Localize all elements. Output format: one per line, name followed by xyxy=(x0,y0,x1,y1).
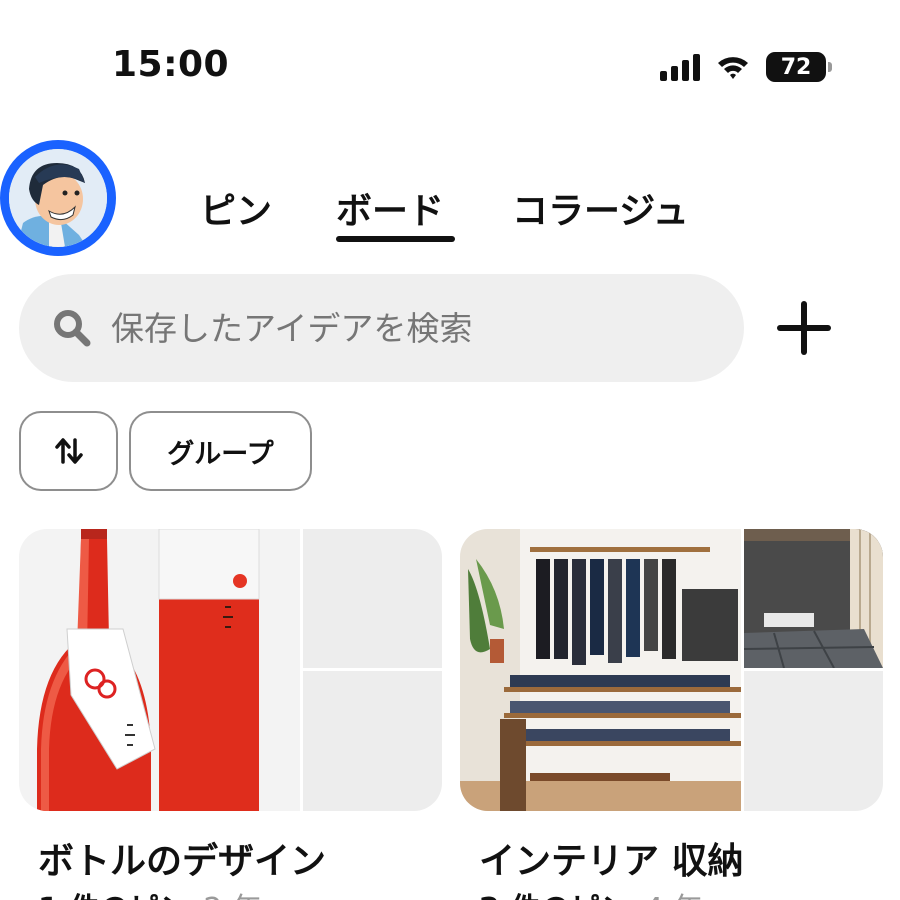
board-cover-image xyxy=(460,529,741,811)
battery-level: 72 xyxy=(780,54,812,80)
status-icons: 72 xyxy=(660,50,832,84)
board-title: ボトルのデザイン xyxy=(38,841,327,882)
board-age: 2 年 xyxy=(203,892,262,900)
closet-image xyxy=(460,529,741,811)
board-thumbnail-top xyxy=(303,529,442,668)
tab-pins[interactable]: ピン xyxy=(200,182,272,234)
board-thumbnail-top xyxy=(744,529,883,668)
board-card-interior-storage[interactable] xyxy=(460,529,883,811)
search-bar[interactable] xyxy=(19,274,744,382)
board-thumbnail-bottom xyxy=(744,671,883,811)
group-filter-button[interactable]: グループ xyxy=(129,411,312,491)
board-meta: 2 件のピン 4 年 xyxy=(479,884,703,900)
board-meta: 1 件のピン 2 年 xyxy=(38,884,262,900)
wifi-icon xyxy=(718,57,748,79)
active-tab-indicator xyxy=(336,236,455,242)
board-pin-count: 1 件のピン xyxy=(38,892,189,900)
board-tabs: ピン ボード コラージュ xyxy=(0,182,900,252)
search-input[interactable] xyxy=(111,308,711,348)
tab-collage[interactable]: コラージュ xyxy=(512,182,689,234)
board-age: 4 年 xyxy=(644,892,703,900)
board-thumbnail-bottom xyxy=(303,671,442,811)
sort-button[interactable] xyxy=(19,411,118,491)
status-time: 15:00 xyxy=(112,44,230,85)
board-card-bottle-design[interactable] xyxy=(19,529,442,811)
sake-bottle-image xyxy=(19,529,300,811)
board-cover-image xyxy=(19,529,300,811)
sort-arrows-icon xyxy=(54,438,83,464)
tatami-room-image xyxy=(744,529,883,668)
signal-icon xyxy=(660,53,700,81)
board-title: インテリア 収納 xyxy=(479,841,744,882)
tab-boards[interactable]: ボード xyxy=(336,182,444,234)
battery-icon: 72 xyxy=(766,52,832,82)
search-icon xyxy=(54,310,91,347)
board-pin-count: 2 件のピン xyxy=(479,892,630,900)
add-icon[interactable] xyxy=(776,300,832,356)
